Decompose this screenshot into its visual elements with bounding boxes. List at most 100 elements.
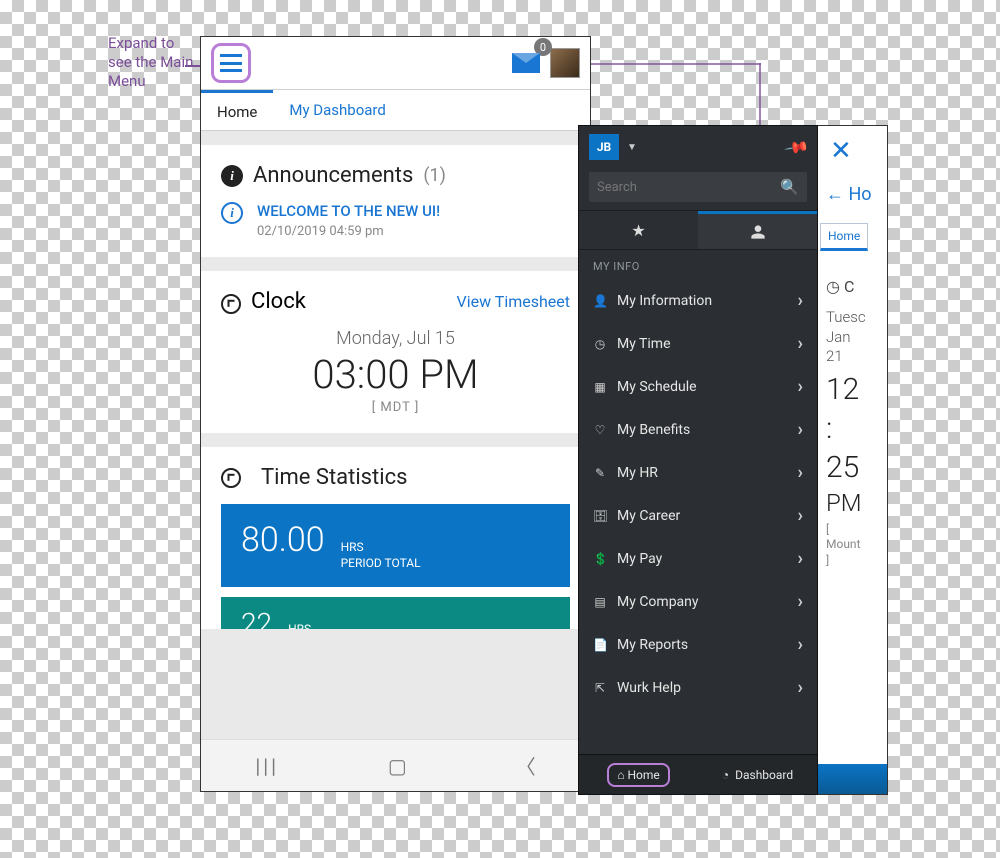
- time-statistics-title: Time Statistics: [261, 465, 407, 490]
- chevron-right-icon: ›: [798, 376, 803, 397]
- stat-value: 22: [241, 607, 272, 629]
- gauge-icon: ◔: [722, 768, 729, 782]
- announcement-title: WELCOME TO THE NEW UI!: [257, 202, 440, 220]
- home-button[interactable]: ▢: [388, 754, 407, 778]
- clock-date: Monday, Jul 15: [221, 328, 570, 349]
- announcement-meta: 02/10/2019 04:59 pm: [257, 224, 440, 239]
- android-nav-bar: ||| ▢ 〈: [201, 739, 590, 791]
- chevron-right-icon: ›: [798, 505, 803, 526]
- clock-icon: [221, 468, 241, 488]
- menu-item-label: My HR: [617, 465, 658, 481]
- home-icon: ⌂: [617, 768, 624, 782]
- menu-item-my-career[interactable]: 🗄My Career›: [579, 494, 817, 537]
- search-field[interactable]: 🔍: [589, 172, 807, 202]
- menu-item-label: My Career: [617, 508, 680, 524]
- clock-icon: [221, 294, 241, 314]
- announcement-row[interactable]: i WELCOME TO THE NEW UI! 02/10/2019 04:5…: [221, 202, 570, 239]
- clock-card: Clock View Timesheet Monday, Jul 15 03:0…: [201, 271, 590, 433]
- clock-icon: ◷: [593, 337, 607, 351]
- menu-item-my-company[interactable]: ▤My Company›: [579, 580, 817, 623]
- person-icon: [750, 224, 766, 240]
- menu-item-my-schedule[interactable]: ▦ My Schedule ›: [579, 365, 817, 408]
- stat-label: PERIOD TOTAL: [341, 556, 421, 572]
- search-input[interactable]: [597, 180, 780, 195]
- caret-down-icon[interactable]: ▼: [627, 142, 637, 153]
- clock-tz-partial: [ Mount ]: [826, 522, 887, 569]
- clock-time-partial: :: [826, 412, 887, 445]
- view-timesheet-link[interactable]: View Timesheet: [457, 292, 570, 311]
- clock-date-partial: Tuesc Jan 21: [826, 308, 887, 367]
- menu-tab-favorites[interactable]: ★: [579, 211, 698, 249]
- stat-unit: HRS: [288, 622, 311, 629]
- close-button[interactable]: ✕: [818, 126, 887, 166]
- chevron-right-icon: ›: [798, 419, 803, 440]
- user-initials-badge[interactable]: JB: [589, 134, 619, 160]
- clock-title: Clock: [251, 289, 306, 314]
- chevron-right-icon: ›: [798, 290, 803, 311]
- back-label: Ho: [848, 184, 871, 205]
- tab-my-dashboard[interactable]: My Dashboard: [273, 90, 401, 130]
- menu-item-wurk-help[interactable]: ⇱ Wurk Help ›: [579, 666, 817, 709]
- chevron-right-icon: ›: [798, 634, 803, 655]
- menu-item-my-reports[interactable]: 📄 My Reports ›: [579, 623, 817, 666]
- menu-item-label: My Time: [617, 336, 671, 352]
- menu-footer-home-label: Home: [627, 768, 659, 782]
- main-menu-button[interactable]: [211, 43, 251, 83]
- chevron-right-icon: ›: [798, 677, 803, 698]
- hamburger-icon: [220, 54, 242, 72]
- announcements-title: Announcements: [253, 163, 413, 188]
- menu-item-my-hr[interactable]: ✎ My HR ›: [579, 451, 817, 494]
- building-icon: ▤: [593, 595, 607, 609]
- menu-item-label: My Information: [617, 293, 712, 309]
- heart-icon: ♡: [593, 423, 607, 437]
- menu-item-label: My Company: [617, 594, 699, 610]
- menu-item-my-benefits[interactable]: ♡ My Benefits ›: [579, 408, 817, 451]
- tab-home[interactable]: Home: [201, 90, 273, 130]
- announcements-count: (1): [423, 165, 446, 186]
- recents-button[interactable]: |||: [255, 754, 279, 778]
- back-link[interactable]: ← Ho: [818, 166, 887, 205]
- menu-section-label: MY INFO: [579, 250, 817, 279]
- menu-item-label: Wurk Help: [617, 680, 681, 696]
- search-icon[interactable]: 🔍: [780, 178, 799, 196]
- report-icon: 📄: [593, 638, 607, 652]
- back-button[interactable]: 〈: [516, 751, 536, 780]
- menu-tab-my-info[interactable]: [698, 211, 817, 249]
- menu-footer-dashboard-label: Dashboard: [735, 768, 793, 782]
- menu-item-my-information[interactable]: 👤 My Information ›: [579, 279, 817, 322]
- clock-time: 03:00 PM: [221, 351, 570, 398]
- hr-icon: ✎: [593, 466, 607, 480]
- menu-footer-dashboard-button[interactable]: ◔ Dashboard: [698, 755, 817, 794]
- announcements-card: i Announcements (1) i WELCOME TO THE NEW…: [201, 145, 590, 257]
- tab-home[interactable]: Home: [820, 223, 868, 251]
- calendar-icon: ▦: [593, 380, 607, 394]
- avatar[interactable]: [550, 48, 580, 78]
- info-icon: i: [221, 165, 243, 187]
- chevron-right-icon: ›: [798, 333, 803, 354]
- clock-ampm-partial: PM: [826, 490, 887, 516]
- stat-value: 80.00: [241, 520, 325, 560]
- pin-icon[interactable]: 📌: [783, 134, 810, 161]
- external-icon: ⇱: [593, 681, 607, 695]
- phone-home-screen: 0 Home My Dashboard i Announcements (1) …: [200, 36, 591, 792]
- chevron-right-icon: ›: [798, 462, 803, 483]
- clock-title-partial: ◷ C: [826, 277, 887, 296]
- clock-time-partial: 25: [826, 451, 887, 484]
- annotation-expand: Expand to see the Main Menu: [108, 34, 198, 90]
- time-statistics-card: Time Statistics 80.00 HRS PERIOD TOTAL 2…: [201, 447, 590, 629]
- menu-item-label: My Reports: [617, 637, 688, 653]
- menu-item-my-pay[interactable]: 💲My Pay›: [579, 537, 817, 580]
- mail-icon[interactable]: [512, 53, 540, 73]
- menu-item-my-time[interactable]: ◷ My Time ›: [579, 322, 817, 365]
- bottom-accent-bar: [818, 764, 887, 794]
- stat-period-total: 80.00 HRS PERIOD TOTAL: [221, 504, 570, 587]
- info-icon: i: [221, 202, 243, 224]
- main-menu-drawer: JB ▼ 📌 🔍 ★ MY INFO 👤 My Information › ◷ My …: [578, 125, 818, 795]
- menu-item-label: My Schedule: [617, 379, 697, 395]
- menu-footer-home-button[interactable]: ⌂ Home: [579, 755, 698, 794]
- stat-unit: HRS: [341, 540, 421, 556]
- person-icon: 👤: [593, 294, 607, 308]
- menu-item-label: My Pay: [617, 551, 662, 567]
- stat-secondary: 22 HRS: [221, 597, 570, 629]
- menu-item-label: My Benefits: [617, 422, 690, 438]
